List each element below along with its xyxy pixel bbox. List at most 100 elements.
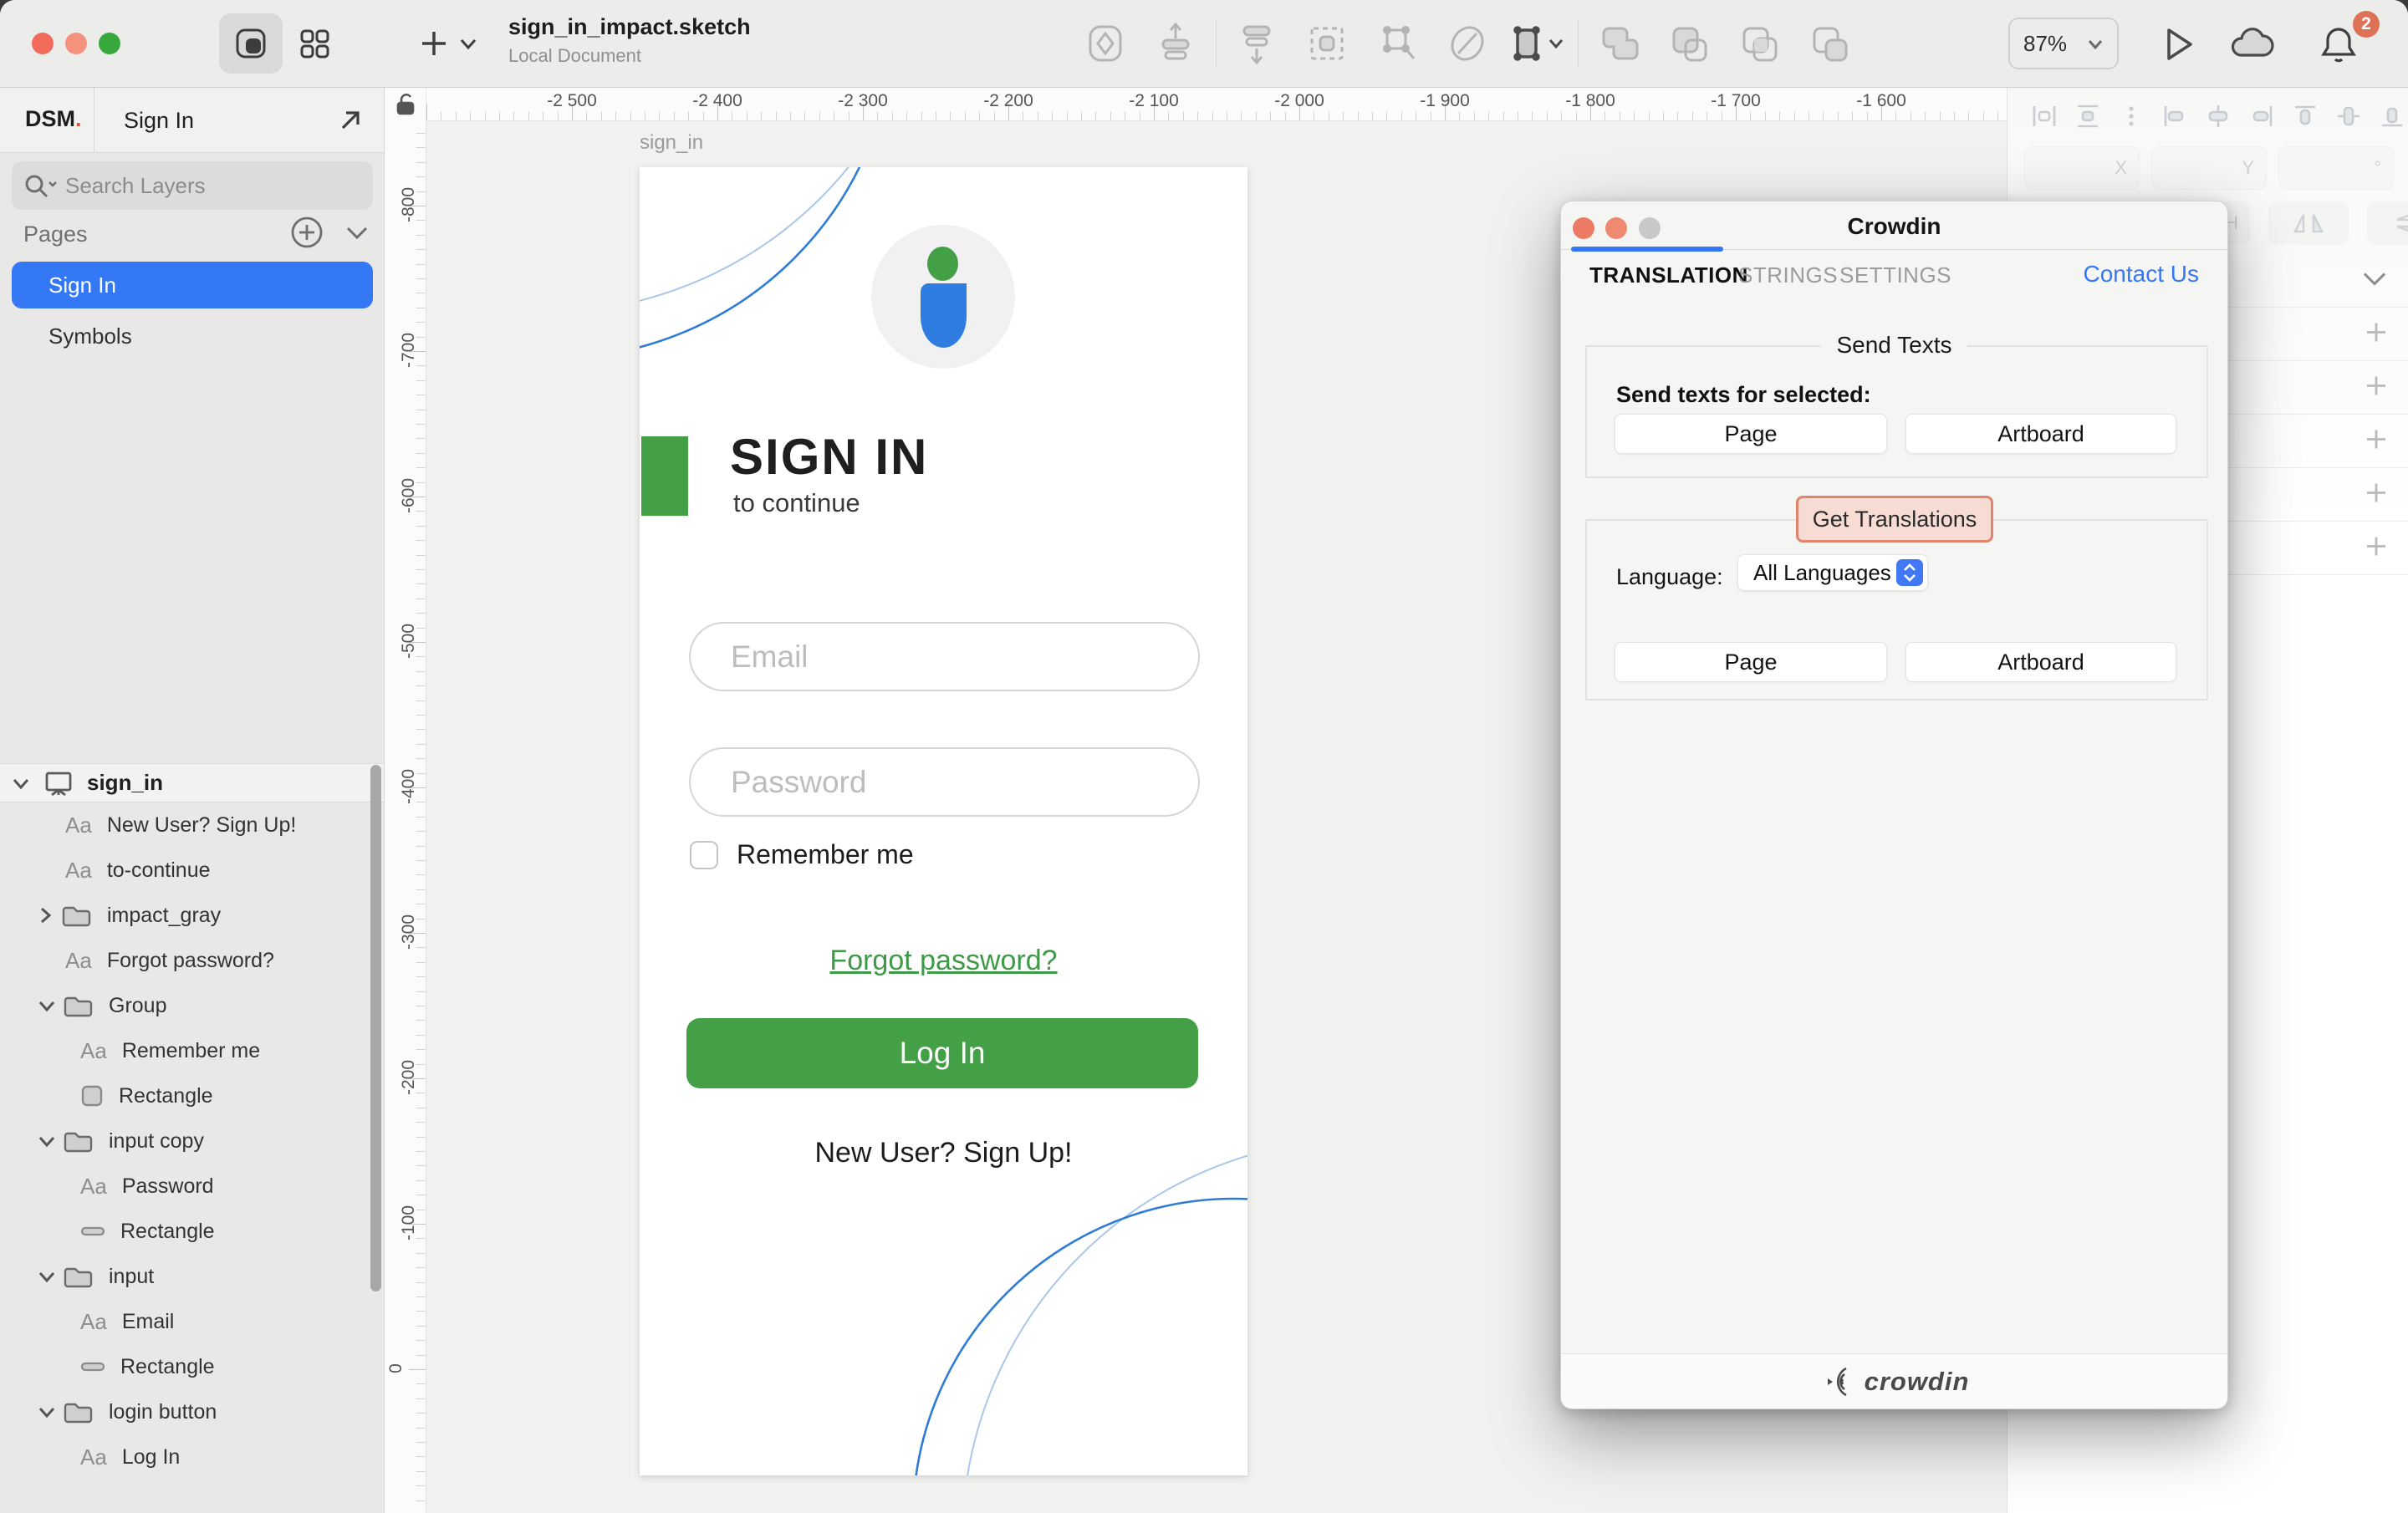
ruler-corner[interactable]: [385, 88, 426, 121]
minimize-traffic-light[interactable]: [65, 33, 87, 54]
artboard[interactable]: SIGN IN to continue Email Password Remem…: [640, 167, 1247, 1475]
zoom-level-dropdown[interactable]: 87%: [2008, 18, 2119, 69]
layer-row[interactable]: Aato-continue: [0, 848, 384, 893]
search-placeholder: Search Layers: [65, 173, 206, 199]
layer-label: Remember me: [122, 1039, 260, 1063]
send-artboard-button[interactable]: Artboard: [1905, 414, 2176, 454]
preview-button[interactable]: [2149, 20, 2207, 69]
create-symbol-button[interactable]: [1070, 18, 1140, 69]
layer-row[interactable]: AaLog In: [0, 1434, 384, 1480]
folder-icon: [60, 1128, 94, 1154]
layer-row[interactable]: login button: [0, 1389, 384, 1434]
bring-forward-button[interactable]: [1140, 18, 1211, 69]
layer-row[interactable]: AaPassword: [0, 1164, 384, 1209]
union-button[interactable]: [1584, 18, 1654, 69]
align-middle-vertical-icon[interactable]: [2334, 101, 2364, 131]
more-options-icon[interactable]: [2116, 101, 2146, 131]
layer-row[interactable]: impact_gray: [0, 893, 384, 938]
get-page-button[interactable]: Page: [1615, 642, 1887, 682]
search-input[interactable]: Search Layers: [12, 161, 373, 210]
forgot-password-link[interactable]: Forgot password?: [640, 945, 1247, 977]
tab-dsm[interactable]: DSM.: [25, 106, 82, 132]
send-backward-button[interactable]: [1222, 18, 1292, 69]
tab-strings[interactable]: STRINGS: [1738, 262, 1838, 288]
flip-horizontal-button[interactable]: [2268, 201, 2349, 245]
sign-up-link[interactable]: New User? Sign Up!: [640, 1137, 1247, 1169]
layer-row[interactable]: Group: [0, 983, 384, 1028]
ruler-label: -1 900: [1420, 91, 1470, 111]
tab-sign-in[interactable]: Sign In: [124, 108, 194, 134]
layer-list: sign_in AaNew User? Sign Up! Aato-contin…: [0, 763, 384, 1480]
align-bottom-icon[interactable]: [2377, 101, 2407, 131]
add-page-button[interactable]: [289, 215, 324, 254]
plugin-titlebar[interactable]: Crowdin: [1561, 201, 2227, 250]
edit-shape-button[interactable]: [1432, 18, 1502, 69]
layer-row[interactable]: AaNew User? Sign Up!: [0, 802, 384, 848]
align-left-icon[interactable]: [2160, 101, 2190, 131]
group-button[interactable]: [1292, 18, 1362, 69]
distribute-vertical-icon[interactable]: [2073, 101, 2103, 131]
detach-panel-button[interactable]: [336, 106, 365, 139]
layer-row[interactable]: input: [0, 1254, 384, 1299]
insert-button[interactable]: [418, 20, 478, 67]
get-translations-button[interactable]: Get Translations: [1796, 496, 1993, 543]
dropdown-stepper[interactable]: [1896, 559, 1923, 586]
align-top-icon[interactable]: [2290, 101, 2320, 131]
chevron-down-icon: [458, 20, 478, 67]
x-field-label: X: [2115, 157, 2127, 179]
collapse-pages-button[interactable]: [344, 223, 370, 246]
grid-view-button[interactable]: [283, 13, 346, 74]
distribute-horizontal-icon[interactable]: [2029, 101, 2059, 131]
page-item-symbols[interactable]: Symbols: [48, 323, 132, 349]
ruler-label: -2 100: [1129, 91, 1179, 111]
password-placeholder: Password: [731, 765, 866, 800]
ungroup-button[interactable]: [1362, 18, 1432, 69]
difference-icon: [1808, 20, 1851, 67]
ruler-label: -300: [399, 914, 419, 950]
alignment-toolbar: [2029, 101, 2407, 131]
subtract-button[interactable]: [1654, 18, 1724, 69]
flip-vertical-button[interactable]: [2367, 201, 2408, 245]
email-field[interactable]: Email: [689, 622, 1200, 691]
tab-translation[interactable]: TRANSLATION: [1589, 262, 1748, 288]
zoom-traffic-light[interactable]: [99, 33, 120, 54]
layer-row[interactable]: AaRemember me: [0, 1028, 384, 1073]
layer-artboard-row[interactable]: sign_in: [0, 763, 384, 802]
y-position-field[interactable]: Y: [2151, 146, 2267, 190]
plugin-footer: crowdin: [1561, 1353, 2227, 1409]
layer-row[interactable]: Rectangle: [0, 1344, 384, 1389]
rotation-field[interactable]: °: [2278, 146, 2394, 190]
layer-label: Log In: [122, 1445, 181, 1470]
chevron-down-icon: [37, 1133, 57, 1149]
log-in-button[interactable]: Log In: [686, 1018, 1198, 1088]
align-right-icon[interactable]: [2247, 101, 2277, 131]
ruler-label: -2 000: [1274, 91, 1324, 111]
contact-us-link[interactable]: Contact Us: [2084, 261, 2200, 288]
layer-row[interactable]: input copy: [0, 1118, 384, 1164]
page-item-sign-in[interactable]: Sign In: [12, 262, 373, 308]
x-position-field[interactable]: X: [2024, 146, 2140, 190]
cloud-sync-button[interactable]: [2222, 20, 2281, 69]
intersect-button[interactable]: [1724, 18, 1794, 69]
close-traffic-light[interactable]: [32, 33, 54, 54]
sidebar-scrollbar[interactable]: [370, 765, 381, 1291]
canvas-view-button[interactable]: [219, 13, 283, 74]
add-style-icon: [2364, 533, 2389, 563]
get-artboard-button[interactable]: Artboard: [1905, 642, 2176, 682]
tab-settings[interactable]: SETTINGS: [1839, 262, 1951, 288]
send-page-button[interactable]: Page: [1615, 414, 1887, 454]
layer-label: impact_gray: [107, 904, 221, 928]
scale-button[interactable]: [1502, 18, 1573, 69]
artboard-title[interactable]: sign_in: [640, 131, 703, 155]
layer-row[interactable]: AaForgot password?: [0, 938, 384, 983]
remember-me-checkbox[interactable]: [690, 841, 718, 869]
align-center-horizontal-icon[interactable]: [2203, 101, 2233, 131]
language-dropdown[interactable]: All Languages: [1737, 554, 1928, 591]
layer-row[interactable]: Rectangle: [0, 1209, 384, 1254]
document-subtitle: Local Document: [508, 45, 641, 67]
sidebar-tabbar: DSM. Sign In: [0, 88, 384, 153]
layer-row[interactable]: AaEmail: [0, 1299, 384, 1344]
password-field[interactable]: Password: [689, 747, 1200, 817]
difference-button[interactable]: [1794, 18, 1865, 69]
layer-row[interactable]: Rectangle: [0, 1073, 384, 1118]
